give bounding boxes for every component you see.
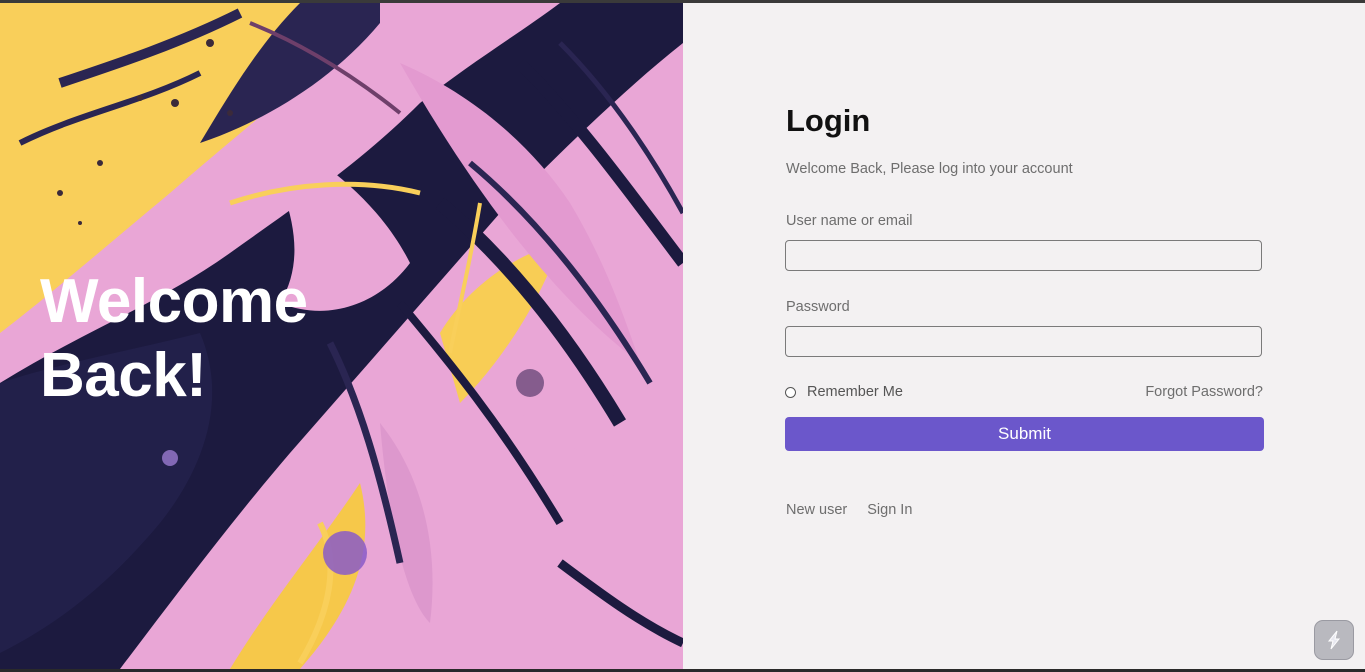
username-label: User name or email — [786, 213, 913, 229]
hero-line-1: Welcome — [40, 267, 308, 336]
submit-button[interactable]: Submit — [785, 417, 1264, 451]
login-panel: Login Welcome Back, Please log into your… — [683, 3, 1365, 669]
extension-icon — [1327, 630, 1341, 650]
password-label: Password — [786, 299, 850, 315]
hero-welcome-heading: Welcome Back! — [40, 265, 360, 413]
login-subtitle: Welcome Back, Please log into your accou… — [786, 161, 1073, 177]
hero-line-2: Back! — [40, 341, 207, 410]
password-input[interactable] — [785, 326, 1262, 357]
page-title: Login — [786, 103, 871, 138]
extension-widget-button[interactable] — [1314, 620, 1354, 660]
remember-me-label: Remember Me — [807, 384, 903, 400]
hero-image-panel: Welcome Back! — [0, 3, 683, 669]
sign-in-link[interactable]: Sign In — [867, 502, 912, 518]
new-user-link[interactable]: New user — [786, 502, 847, 518]
radio-icon[interactable] — [785, 386, 796, 398]
remember-me-option[interactable]: Remember Me — [785, 384, 903, 400]
forgot-password-link[interactable]: Forgot Password? — [1145, 384, 1263, 400]
footer-links: New user Sign In — [786, 502, 912, 518]
username-input[interactable] — [785, 240, 1262, 271]
